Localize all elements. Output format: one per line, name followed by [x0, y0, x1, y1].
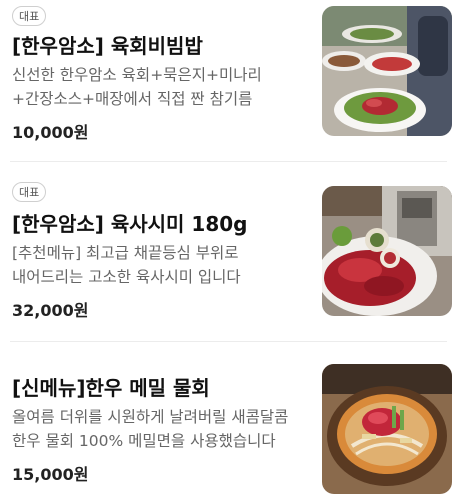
- menu-item-yuksashimi[interactable]: 대표 [한우암소] 육사시미 180g [추천메뉴] 최고급 채끝등심 부위로 …: [0, 162, 457, 342]
- menu-item-name: [한우암소] 육회비빔밥: [12, 34, 203, 58]
- yuksashimi-photo[interactable]: [322, 186, 452, 316]
- menu-item-mulhoe[interactable]: [신메뉴]한우 메밀 물회 올여름 더위를 시원하게 날려버릴 새콤달콤 한우 …: [0, 342, 457, 500]
- menu-item-name: [한우암소] 육사시미 180g: [12, 212, 248, 236]
- yukhoe-bibimbap-photo[interactable]: [322, 6, 452, 136]
- signature-badge: 대표: [12, 182, 47, 202]
- menu-item-yukhoe-bibimbap[interactable]: 대표 [한우암소] 육회비빔밥 신선한 한우암소 육회+묵은지+미나리+간장소스…: [0, 0, 457, 162]
- signature-badge: 대표: [12, 6, 47, 26]
- menu-item-description: [추천메뉴] 최고급 채끝등심 부위로 내어드리는 고소한 육사시미 입니다: [12, 244, 241, 286]
- menu-item-description: 올여름 더위를 시원하게 날려버릴 새콤달콤 한우 물회 100% 메밀면을 사…: [12, 408, 289, 450]
- mulhoe-photo[interactable]: [322, 364, 452, 494]
- menu-item-price: 10,000원: [12, 123, 89, 142]
- menu-item-price: 32,000원: [12, 301, 89, 320]
- menu-item-price: 15,000원: [12, 465, 89, 484]
- menu-item-description: 신선한 한우암소 육회+묵은지+미나리+간장소스+매장에서 직접 짠 참기름: [12, 66, 262, 108]
- menu-item-name: [신메뉴]한우 메밀 물회: [12, 376, 210, 400]
